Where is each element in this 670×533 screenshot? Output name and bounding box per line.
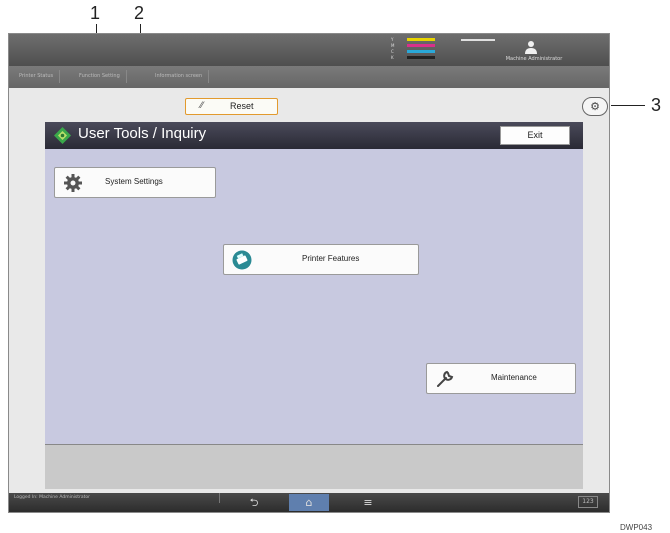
user-tools-window: User Tools / Inquiry Exit System Setting… bbox=[45, 122, 583, 489]
gear-icon bbox=[64, 174, 82, 192]
toner-letter-k: K bbox=[391, 55, 394, 60]
back-button[interactable]: ⮌ bbox=[239, 494, 269, 511]
toner-bar-m bbox=[407, 44, 435, 47]
tab-printer-status[interactable]: Printer Status bbox=[13, 70, 61, 83]
maintenance-button[interactable]: Maintenance bbox=[426, 363, 576, 394]
system-settings-button[interactable]: System Settings bbox=[54, 167, 216, 198]
reset-label: Reset bbox=[230, 101, 254, 111]
reset-icon: ⁄⁄ bbox=[200, 101, 204, 111]
toner-letter-m: M bbox=[391, 43, 395, 48]
toner-letter-y: Y bbox=[391, 37, 394, 42]
waste-toner-bar bbox=[461, 39, 495, 41]
user-tools-header: User Tools / Inquiry Exit bbox=[45, 122, 583, 149]
user-tools-footer bbox=[45, 444, 583, 489]
callout-3: 3 bbox=[651, 95, 662, 115]
toner-bar-c bbox=[407, 50, 435, 53]
toner-letter-c: C bbox=[391, 49, 394, 54]
callout-2: 2 bbox=[134, 3, 145, 23]
tab-information[interactable]: Information screen bbox=[149, 70, 210, 83]
keyboard-button[interactable]: 123 bbox=[578, 496, 598, 508]
menu-icon: ≡ bbox=[363, 496, 373, 509]
wrench-icon bbox=[437, 370, 454, 387]
printer-features-button[interactable]: Printer Features bbox=[223, 244, 419, 275]
function-tab-bar: Printer Status Function Setting Informat… bbox=[9, 66, 609, 88]
printer-features-label: Printer Features bbox=[302, 254, 360, 263]
toner-bar-y bbox=[407, 38, 435, 41]
login-status: Logged In: Machine Administrator bbox=[14, 493, 220, 503]
gear-icon: ⚙ bbox=[590, 100, 600, 113]
user-icon[interactable] bbox=[524, 40, 538, 54]
toner-bar-k bbox=[407, 56, 435, 59]
maintenance-label: Maintenance bbox=[491, 373, 537, 382]
back-arrow-icon: ⮌ bbox=[249, 496, 259, 509]
callout-3-line bbox=[611, 105, 645, 106]
home-button[interactable]: ⌂ bbox=[289, 494, 329, 511]
tab-function-setting[interactable]: Function Setting bbox=[73, 70, 127, 83]
bottom-system-bar: Logged In: Machine Administrator ⮌ ⌂ ≡ 1… bbox=[9, 493, 609, 512]
user-label: Machine Administrator bbox=[505, 56, 563, 62]
user-tools-title: User Tools / Inquiry bbox=[78, 125, 207, 142]
home-icon: ⌂ bbox=[305, 496, 313, 509]
device-panel: Y M C K Machine Administrator Printer St… bbox=[8, 33, 610, 513]
printer-icon bbox=[232, 250, 252, 270]
top-status-bar: Y M C K Machine Administrator bbox=[9, 34, 609, 66]
settings-gear-button[interactable]: ⚙ bbox=[582, 97, 608, 116]
user-tools-logo-icon bbox=[54, 127, 71, 144]
toner-indicator: Y M C K bbox=[391, 37, 501, 63]
system-settings-label: System Settings bbox=[105, 177, 163, 186]
reset-button[interactable]: ⁄⁄ Reset bbox=[185, 98, 278, 115]
callout-1: 1 bbox=[90, 3, 101, 23]
figure-code: DWP043 bbox=[620, 523, 653, 532]
menu-button[interactable]: ≡ bbox=[353, 494, 383, 511]
exit-button[interactable]: Exit bbox=[500, 126, 570, 145]
